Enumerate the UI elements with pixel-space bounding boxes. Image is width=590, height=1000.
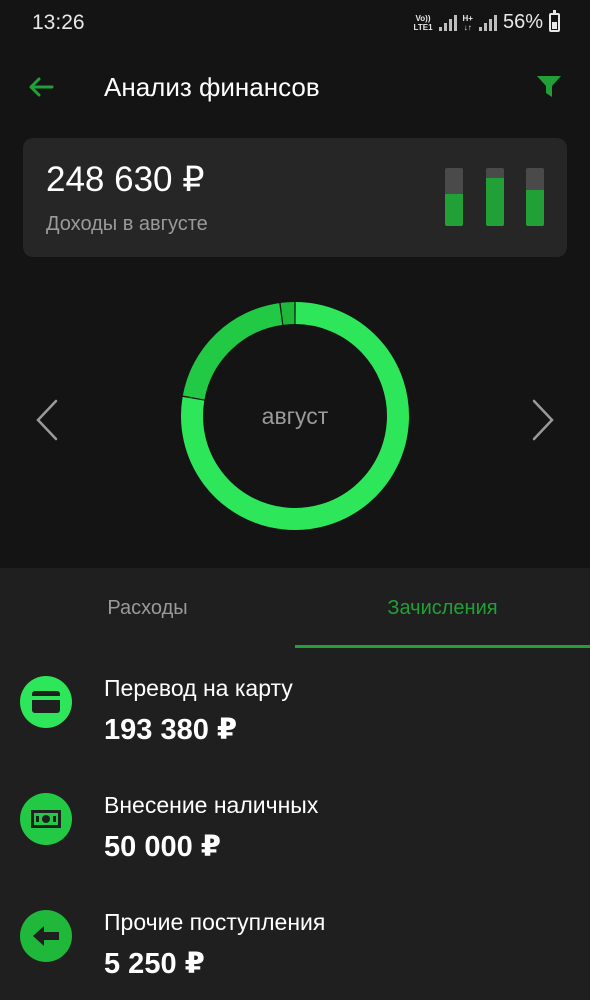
arrow-left-filled-icon [20,910,72,962]
cash-icon [20,793,72,845]
card-icon [20,676,72,728]
chart-center-label: август [261,402,329,429]
mini-bar [526,168,544,226]
mini-bar-fill [486,178,504,226]
mini-bar [486,168,504,226]
chart-area: август [0,257,590,567]
mini-bar-fill [445,194,463,226]
item-name: Перевод на карту [104,675,293,701]
tab-income[interactable]: Зачисления [295,568,590,648]
tab-bar: Расходы Зачисления [0,568,590,648]
tab-expenses[interactable]: Расходы [0,568,295,648]
item-amount: 5 250 ₽ [104,948,205,980]
signal-icon [438,14,457,31]
hplus-indicator: H+ ↓↑ [462,13,473,32]
volte-indicator: Vo)) LTE1 [413,13,433,32]
chevron-left-icon[interactable] [34,398,60,442]
income-list: Перевод на карту 193 380 ₽ Внесение нали… [0,648,590,1000]
item-amount: 50 000 ₽ [104,831,221,863]
status-bar: 13:26 Vo)) LTE1 H+ ↓↑ 56% [0,0,590,48]
income-summary-card[interactable]: 248 630 ₽ Доходы в августе [23,138,567,257]
signal-icon-2 [478,14,497,31]
page-title: Анализ финансов [104,72,320,102]
status-icons: Vo)) LTE1 H+ ↓↑ 56% [413,10,560,34]
mini-bar [445,168,463,226]
chevron-right-icon[interactable] [530,398,556,442]
status-time: 13:26 [32,11,85,34]
arrow-left-icon[interactable] [24,70,58,104]
funnel-icon[interactable] [534,71,564,101]
income-amount: 248 630 ₽ [46,160,205,199]
mini-bar-fill [526,190,544,226]
item-name: Внесение наличных [104,792,319,818]
battery-percent: 56% [502,11,543,33]
income-label: Доходы в августе [46,213,208,235]
list-item[interactable]: Внесение наличных 50 000 ₽ [0,765,590,882]
list-item[interactable]: Перевод на карту 193 380 ₽ [0,648,590,765]
app-bar: Анализ финансов [0,48,590,128]
item-name: Прочие поступления [104,909,326,935]
battery-icon [549,10,560,32]
item-amount: 193 380 ₽ [104,714,238,746]
list-item[interactable]: Прочие поступления 5 250 ₽ [0,882,590,999]
